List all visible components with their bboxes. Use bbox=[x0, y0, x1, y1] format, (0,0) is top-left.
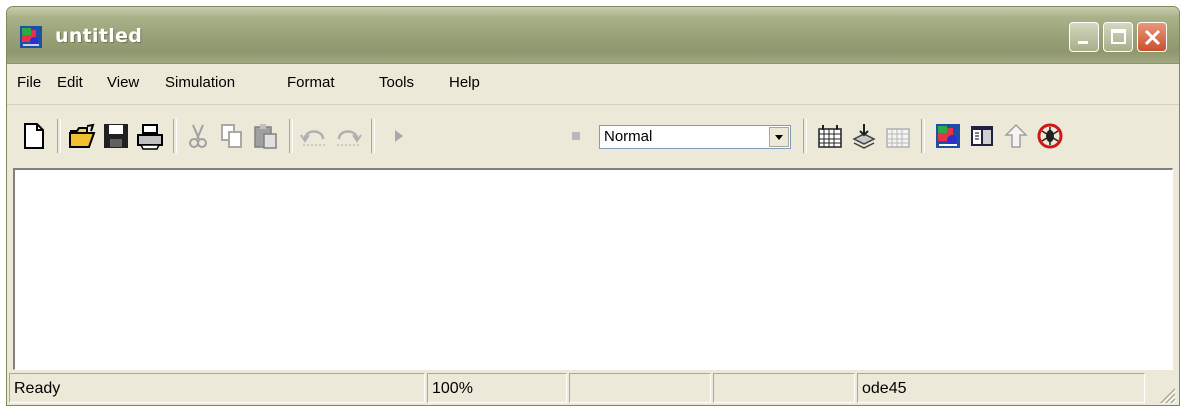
close-icon bbox=[1144, 29, 1161, 46]
update-diagram-icon bbox=[852, 124, 876, 149]
toolbar-separator bbox=[57, 119, 61, 153]
menu-view[interactable]: View bbox=[107, 74, 139, 91]
model-canvas[interactable] bbox=[13, 168, 1173, 370]
model-explorer-icon bbox=[971, 126, 993, 146]
maximize-button[interactable] bbox=[1103, 22, 1133, 52]
build-button[interactable] bbox=[815, 121, 845, 151]
go-to-parent-icon bbox=[1004, 123, 1028, 148]
toolbar-separator bbox=[289, 119, 293, 153]
menu-edit[interactable]: Edit bbox=[57, 74, 83, 91]
open-icon bbox=[69, 123, 96, 148]
toolbar: Normal bbox=[7, 105, 1179, 167]
cut-icon bbox=[189, 124, 207, 148]
resize-grip-icon[interactable] bbox=[1157, 385, 1177, 405]
toolbar-separator bbox=[803, 119, 807, 153]
simulink-model-icon bbox=[19, 25, 43, 49]
undo-button[interactable] bbox=[299, 121, 329, 151]
library-browser-button[interactable] bbox=[933, 121, 963, 151]
minimize-button[interactable] bbox=[1069, 22, 1099, 52]
undo-icon bbox=[300, 130, 325, 146]
stop-simulation-icon bbox=[572, 132, 580, 140]
menu-bar: File Edit View Simulation Format Tools H… bbox=[7, 64, 1179, 105]
redo-button[interactable] bbox=[333, 121, 363, 151]
update-diagram-button[interactable] bbox=[849, 121, 879, 151]
print-button[interactable] bbox=[135, 121, 165, 151]
status-message: Ready bbox=[9, 373, 425, 403]
new-model-icon bbox=[24, 123, 44, 149]
new-model-button[interactable] bbox=[19, 121, 49, 151]
start-simulation-icon bbox=[395, 130, 403, 142]
copy-icon bbox=[221, 124, 242, 148]
toolbar-separator bbox=[173, 119, 177, 153]
debug-icon bbox=[1037, 123, 1063, 149]
simulation-mode-select[interactable]: Normal bbox=[599, 125, 791, 149]
status-bar: Ready 100% ode45 bbox=[7, 371, 1179, 405]
maximize-icon bbox=[1111, 29, 1126, 44]
menu-file[interactable]: File bbox=[17, 74, 41, 91]
window-title: untitled bbox=[55, 25, 143, 47]
simulation-mode-value: Normal bbox=[604, 128, 653, 145]
minimize-icon bbox=[1078, 41, 1088, 44]
menu-format[interactable]: Format bbox=[287, 74, 335, 91]
paste-button[interactable] bbox=[251, 121, 281, 151]
build-icon bbox=[818, 125, 842, 148]
stop-simulation-button[interactable] bbox=[561, 121, 591, 151]
title-bar[interactable]: untitled bbox=[7, 7, 1179, 64]
cut-button[interactable] bbox=[183, 121, 213, 151]
model-explorer-button[interactable] bbox=[967, 121, 997, 151]
copy-button[interactable] bbox=[217, 121, 247, 151]
simulink-window: untitled File Edit View Simulation Forma… bbox=[6, 6, 1180, 406]
start-simulation-button[interactable] bbox=[383, 121, 413, 151]
print-icon bbox=[137, 124, 163, 150]
debug-button[interactable] bbox=[1035, 121, 1065, 151]
status-field bbox=[713, 373, 855, 403]
status-zoom: 100% bbox=[427, 373, 567, 403]
save-button[interactable] bbox=[101, 121, 131, 151]
status-solver: ode45 bbox=[857, 373, 1145, 403]
build-subsystem-icon bbox=[886, 128, 910, 148]
open-button[interactable] bbox=[67, 121, 97, 151]
menu-help[interactable]: Help bbox=[449, 74, 480, 91]
menu-tools[interactable]: Tools bbox=[379, 74, 414, 91]
paste-icon bbox=[254, 124, 277, 149]
status-field bbox=[569, 373, 711, 403]
toolbar-separator bbox=[921, 119, 925, 153]
chevron-down-icon[interactable] bbox=[769, 127, 789, 147]
save-icon bbox=[104, 124, 128, 148]
go-to-parent-button[interactable] bbox=[1001, 121, 1031, 151]
close-button[interactable] bbox=[1137, 22, 1167, 52]
library-browser-icon bbox=[936, 124, 960, 148]
toolbar-separator bbox=[371, 119, 375, 153]
redo-icon bbox=[337, 130, 362, 146]
menu-simulation[interactable]: Simulation bbox=[165, 74, 235, 91]
build-subsystem-button[interactable] bbox=[883, 121, 913, 151]
